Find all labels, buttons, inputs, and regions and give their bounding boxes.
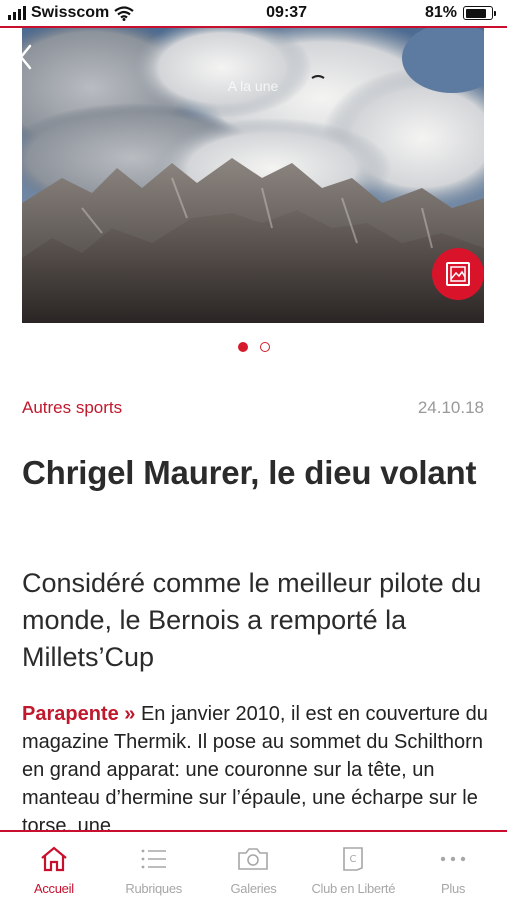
chevron-left-icon[interactable]: [18, 44, 32, 70]
article-title: Chrigel Maurer, le dieu volant: [22, 454, 477, 491]
category-label[interactable]: Autres sports: [22, 398, 122, 418]
tab-plus[interactable]: Plus: [403, 832, 503, 900]
battery-icon: [463, 6, 496, 20]
tab-label: Rubriques: [125, 881, 182, 896]
article-body: Parapente » En janvier 2010, il est en c…: [22, 700, 492, 840]
image-gallery-icon: [446, 262, 470, 286]
tab-label: Galeries: [230, 881, 277, 896]
tab-label: Accueil: [33, 881, 74, 896]
hero-image[interactable]: A la une: [22, 28, 484, 323]
carousel-indicator[interactable]: [0, 342, 507, 352]
more-icon: [437, 846, 469, 872]
home-icon: [39, 846, 69, 872]
svg-text:C: C: [350, 854, 357, 865]
tab-rubriques[interactable]: Rubriques: [104, 832, 204, 900]
carousel-dot[interactable]: [259, 342, 270, 352]
carrier-name: Swisscom: [31, 4, 110, 21]
battery-percent: 81%: [424, 4, 457, 21]
tab-accueil[interactable]: Accueil: [4, 832, 104, 900]
status-bar: Swisscom 09:37 81%: [0, 0, 507, 26]
tab-club-en-liberté[interactable]: C Club en Liberté: [303, 832, 403, 900]
image-gallery-button[interactable]: [432, 248, 484, 300]
tab-galeries[interactable]: Galeries: [204, 832, 304, 900]
hero-caption: A la une: [227, 78, 279, 94]
signal-icon: [8, 6, 26, 20]
carousel-dot[interactable]: [237, 342, 248, 352]
camera-icon: [237, 846, 269, 872]
tab-label: Plus: [441, 881, 466, 896]
tab-label: Club en Liberté: [311, 881, 396, 896]
status-right: 81%: [424, 4, 496, 22]
publish-date: 24.10.18: [417, 398, 484, 417]
tab-bar: Accueil Rubriques Galeries C Club en Liberté…: [0, 832, 507, 900]
clock: 09:37: [266, 4, 308, 21]
list-icon: [139, 846, 169, 872]
mountain-photo: [22, 28, 484, 323]
article-lead: Considéré comme le meilleur pilote du mo…: [22, 568, 482, 672]
article-meta: Autres sports 24.10.18: [22, 398, 484, 418]
article-kicker[interactable]: Parapente »: [22, 703, 135, 725]
club-card-icon: C: [341, 846, 365, 872]
battery-fill: [465, 8, 486, 18]
status-left: Swisscom: [8, 4, 134, 22]
wifi-icon: [114, 5, 134, 21]
